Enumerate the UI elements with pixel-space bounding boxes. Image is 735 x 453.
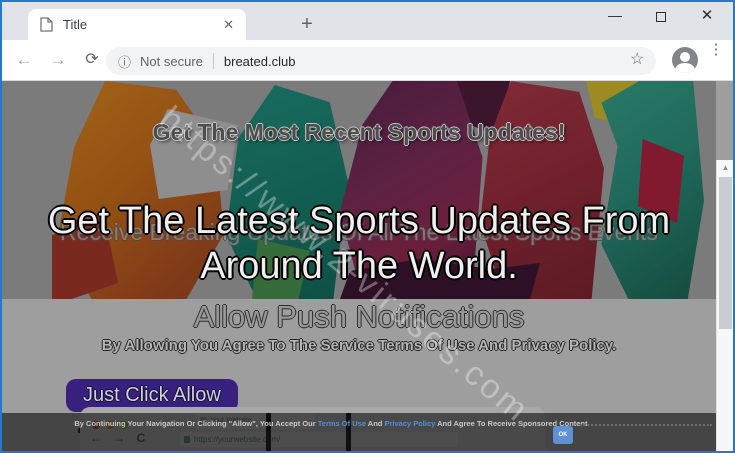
browser-window: Title ✕ + — ✕ ← → ⟳ ⓘ Not secure breated… <box>0 0 735 453</box>
address-bar[interactable]: ⓘ Not secure breated.club <box>106 47 656 75</box>
maximize-button[interactable] <box>639 2 683 32</box>
avatar-head <box>680 52 690 62</box>
title-bar: Title ✕ + — ✕ <box>2 2 733 40</box>
avatar-body <box>675 63 695 73</box>
omnibox-divider <box>213 53 214 69</box>
consent-conjunction: And <box>366 419 384 428</box>
terms-of-use-link[interactable]: Terms Of Use <box>318 419 366 428</box>
new-tab-button[interactable]: + <box>294 12 320 38</box>
ok-button[interactable]: OK <box>553 426 573 444</box>
url-text: breated.club <box>224 54 296 69</box>
page-content: Get The Most Recent Sports Updates! Rece… <box>2 81 733 451</box>
security-label: Not secure <box>140 54 203 69</box>
consent-prefix: By Continuing Your Navigation Or Clickin… <box>74 419 317 428</box>
reload-icon[interactable]: ⟳ <box>80 48 104 72</box>
dotted-divider <box>580 424 712 426</box>
info-icon[interactable]: ⓘ <box>118 52 131 71</box>
sports-hero-image: Get The Most Recent Sports Updates! Rece… <box>2 81 716 299</box>
vertical-scrollbar[interactable]: ▲ ▼ <box>716 160 733 451</box>
profile-avatar[interactable] <box>672 47 698 73</box>
forward-icon[interactable]: → <box>46 48 70 72</box>
maximize-icon <box>656 12 666 22</box>
browser-tab[interactable]: Title ✕ <box>28 9 246 40</box>
consent-text: By Continuing Your Navigation Or Clickin… <box>62 419 602 428</box>
back-icon[interactable]: ← <box>12 48 36 72</box>
scroll-up-icon[interactable]: ▲ <box>717 163 733 172</box>
tab-close-icon[interactable]: ✕ <box>219 17 238 33</box>
bookmark-star-icon[interactable]: ☆ <box>630 49 644 69</box>
push-subtitle: By Allowing You Agree To The Service Ter… <box>2 337 716 354</box>
scrollbar-thumb[interactable] <box>719 177 732 329</box>
minimize-button[interactable]: — <box>593 2 637 32</box>
top-heading: Get The Most Recent Sports Updates! <box>2 119 716 146</box>
push-title: Allow Push Notifications <box>2 299 716 335</box>
tab-title: Title <box>63 17 219 32</box>
close-button[interactable]: ✕ <box>685 2 729 32</box>
consent-bar: By Continuing Your Navigation Or Clickin… <box>2 413 716 451</box>
privacy-policy-link[interactable]: Privacy Policy <box>384 419 435 428</box>
page-favicon-icon <box>40 17 53 32</box>
menu-dots-icon[interactable]: ⋮ <box>708 45 724 55</box>
main-heading: Get The Latest Sports Updates From Aroun… <box>12 199 706 289</box>
browser-toolbar: ← → ⟳ ⓘ Not secure breated.club ☆ ⋮ <box>2 40 733 81</box>
